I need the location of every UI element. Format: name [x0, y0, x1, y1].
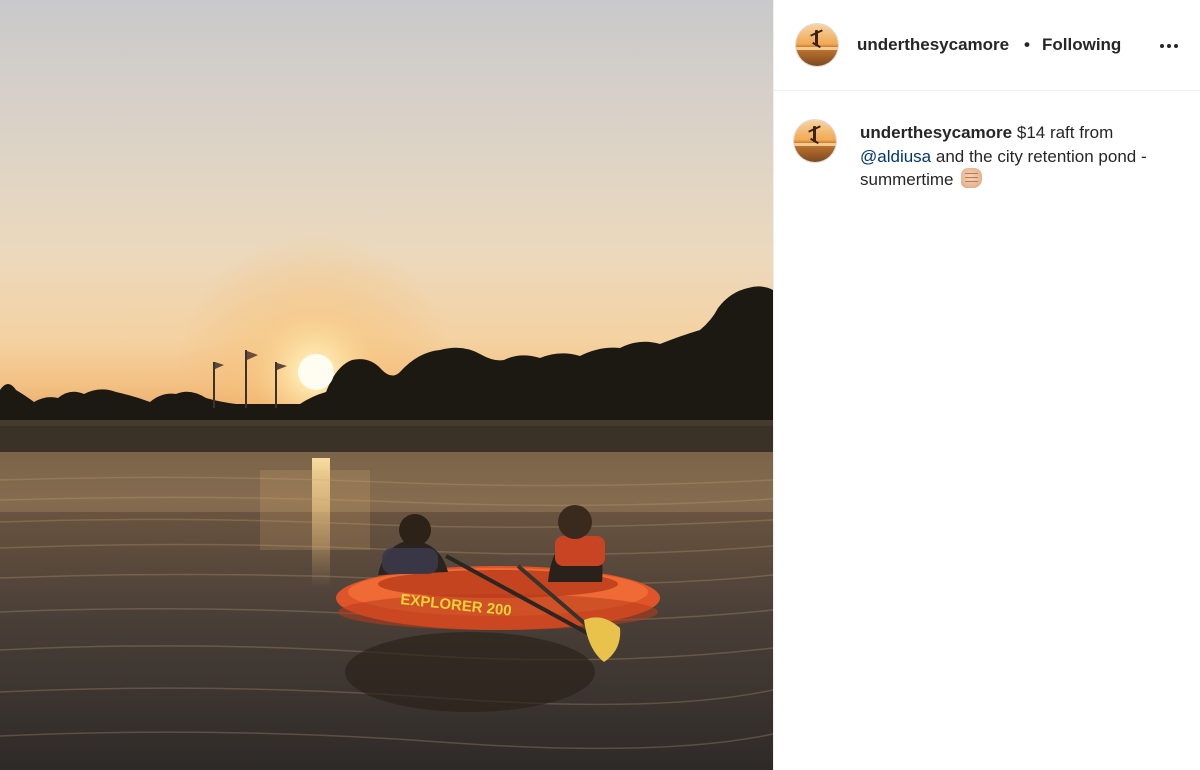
caption-text-before: $14 raft from [1016, 123, 1114, 142]
following-button[interactable]: Following [1042, 35, 1121, 55]
sunset-raft-scene: EXPLORER 200 [0, 232, 773, 770]
post-header: underthesycamore • Following [774, 0, 1200, 91]
more-options-icon[interactable] [1160, 36, 1184, 54]
profile-avatar[interactable] [796, 24, 838, 66]
post-sidebar: underthesycamore • Following underthesyc… [773, 0, 1200, 770]
fist-bump-emoji [961, 168, 983, 188]
mention-link[interactable]: @aldiusa [860, 147, 931, 166]
caption-avatar[interactable] [794, 120, 836, 162]
post-username[interactable]: underthesycamore [857, 35, 1009, 55]
separator-dot: • [1024, 35, 1030, 54]
caption-username[interactable]: underthesycamore [860, 123, 1012, 142]
caption-text: underthesycamore $14 raft from @aldiusa … [860, 121, 1180, 192]
post-photo[interactable]: EXPLORER 200 [0, 0, 773, 770]
